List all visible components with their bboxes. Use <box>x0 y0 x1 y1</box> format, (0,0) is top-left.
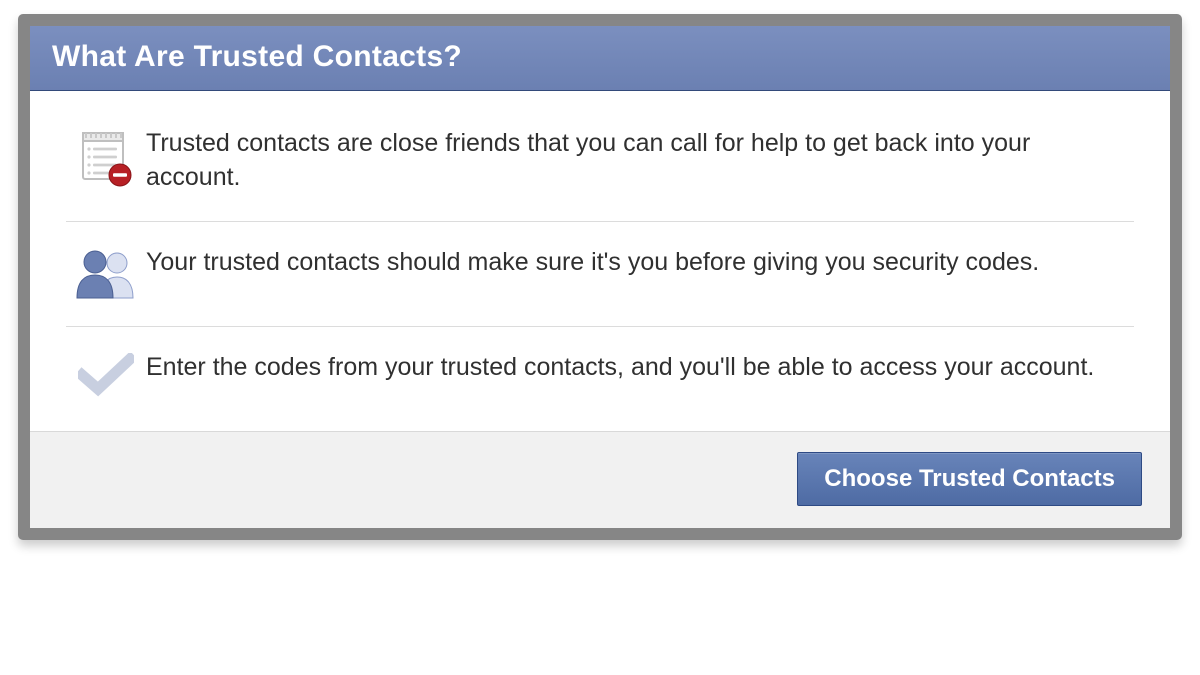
info-row: Your trusted contacts should make sure i… <box>66 222 1134 327</box>
dialog-title: What Are Trusted Contacts? <box>52 40 1148 74</box>
friends-icon <box>66 246 146 300</box>
dialog-header: What Are Trusted Contacts? <box>30 26 1170 91</box>
info-row: Enter the codes from your trusted contac… <box>66 327 1134 423</box>
dialog-footer: Choose Trusted Contacts <box>30 431 1170 528</box>
info-row-text: Enter the codes from your trusted contac… <box>146 351 1134 385</box>
choose-trusted-contacts-button[interactable]: Choose Trusted Contacts <box>797 452 1142 506</box>
info-row-text: Your trusted contacts should make sure i… <box>146 246 1134 280</box>
checkmark-icon <box>66 351 146 397</box>
dialog-body: Trusted contacts are close friends that … <box>30 91 1170 431</box>
notepad-blocked-icon <box>66 127 146 187</box>
trusted-contacts-dialog: What Are Trusted Contacts? <box>18 14 1182 540</box>
info-row-text: Trusted contacts are close friends that … <box>146 127 1134 195</box>
info-row: Trusted contacts are close friends that … <box>66 103 1134 222</box>
